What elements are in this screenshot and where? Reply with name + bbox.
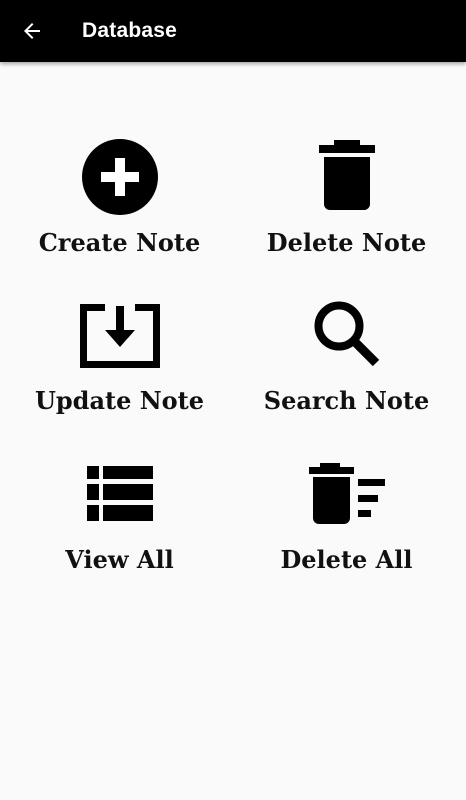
arrow-left-icon — [24, 23, 40, 39]
delete-note-label: Delete Note — [266, 228, 427, 257]
delete-sweep-icon — [230, 463, 463, 525]
trash-icon — [230, 140, 463, 212]
update-note-label: Update Note — [34, 386, 205, 415]
list-icon — [3, 466, 236, 521]
app-bar: Database — [0, 0, 466, 62]
back-button[interactable] — [10, 9, 54, 53]
search-note-button[interactable]: Search Note — [230, 290, 463, 449]
delete-all-button[interactable]: Delete All — [230, 449, 463, 608]
create-note-label: Create Note — [38, 228, 201, 257]
add-circle-icon — [3, 137, 236, 217]
delete-all-label: Delete All — [280, 545, 413, 574]
download-box-icon — [3, 300, 236, 370]
app-root: Database Create Note Delete Note Update … — [0, 0, 466, 800]
update-note-button[interactable]: Update Note — [3, 290, 236, 449]
search-icon — [230, 299, 463, 369]
view-all-button[interactable]: View All — [3, 449, 236, 608]
page-title: Database — [82, 19, 177, 42]
create-note-button[interactable]: Create Note — [3, 132, 236, 291]
view-all-label: View All — [65, 545, 174, 574]
search-note-label: Search Note — [263, 386, 430, 415]
delete-note-button[interactable]: Delete Note — [230, 132, 463, 291]
